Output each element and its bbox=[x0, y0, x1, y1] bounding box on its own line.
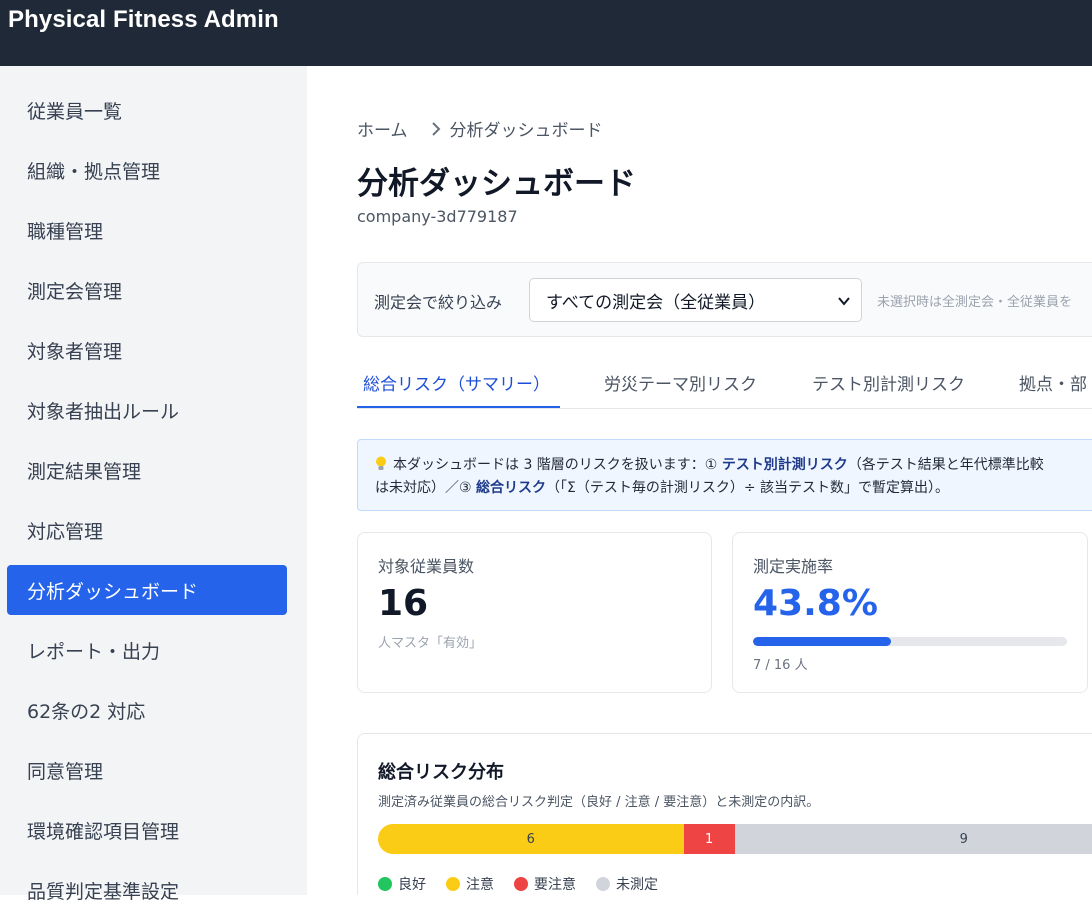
bar-segment-unmeasured: 9 bbox=[734, 824, 1092, 854]
legend-item-good: 良好 bbox=[378, 874, 426, 894]
legend-label: 未測定 bbox=[616, 877, 658, 893]
card-note: 7 / 16 人 bbox=[753, 658, 808, 673]
info-bold-2: 総合リスク bbox=[476, 480, 547, 496]
info-text-1a: 本ダッシュボードは 3 階層のリスクを扱います：① bbox=[393, 457, 722, 473]
sidebar-item[interactable]: 職種管理 bbox=[7, 205, 287, 255]
tab-bar: 総合リスク（サマリー） 労災テーマ別リスク テスト別計測リスク 拠点・部 bbox=[357, 362, 1092, 409]
sidebar-item[interactable]: 従業員一覧 bbox=[7, 85, 287, 135]
sidebar-item[interactable]: レポート・出力 bbox=[7, 625, 287, 675]
legend-swatch bbox=[446, 877, 460, 891]
breadcrumb: ホーム 分析ダッシュボード bbox=[357, 116, 603, 141]
tab[interactable]: 労災テーマ別リスク bbox=[598, 362, 763, 408]
section-description: 測定済み従業員の総合リスク判定（良好 / 注意 / 要注意）と未測定の内訳。 bbox=[378, 795, 820, 810]
main-content: ホーム 分析ダッシュボード 分析ダッシュボード company-3d779187… bbox=[307, 66, 1092, 895]
filter-label: 測定会で絞り込み bbox=[374, 293, 503, 312]
info-text-1b: （各テスト結果と年代標準比較 bbox=[847, 457, 1044, 473]
info-text-2a: は未対応）／③ bbox=[375, 480, 477, 496]
info-line-2: は未対応）／③ 総合リスク（「Σ（テスト毎の計測リスク）÷ 該当テスト数」で暫定… bbox=[375, 478, 1092, 499]
breadcrumb-current: 分析ダッシュボード bbox=[449, 121, 603, 141]
tab[interactable]: 拠点・部 bbox=[1013, 362, 1092, 408]
legend-label: 良好 bbox=[398, 877, 426, 893]
sidebar-item[interactable]: 測定結果管理 bbox=[7, 445, 287, 495]
legend: 良好 注意 要注意 未測定 bbox=[378, 874, 678, 894]
legend-swatch bbox=[596, 877, 610, 891]
progress-bar bbox=[753, 637, 1067, 646]
legend-label: 注意 bbox=[466, 877, 494, 893]
sidebar-item[interactable]: 対応管理 bbox=[7, 505, 287, 555]
chevron-down-icon bbox=[837, 293, 851, 313]
sidebar-item[interactable]: 組織・拠点管理 bbox=[7, 145, 287, 195]
app-title: Physical Fitness Admin bbox=[8, 6, 279, 33]
filter-panel: 測定会で絞り込み すべての測定会（全従業員） 未選択時は全測定会・全従業員を bbox=[357, 262, 1092, 337]
lightbulb-icon bbox=[375, 456, 387, 478]
bar-segment-caution: 6 bbox=[378, 824, 684, 854]
bar-segment-warning: 1 bbox=[683, 824, 735, 854]
legend-item-caution: 注意 bbox=[446, 874, 494, 894]
legend-label: 要注意 bbox=[534, 877, 576, 893]
sidebar-item[interactable]: 対象者管理 bbox=[7, 325, 287, 375]
company-id: company-3d779187 bbox=[357, 207, 518, 226]
card-value: 16 bbox=[378, 583, 429, 624]
section-title: 総合リスク分布 bbox=[378, 762, 504, 783]
session-filter-select[interactable]: すべての測定会（全従業員） bbox=[529, 278, 862, 322]
chevron-right-icon bbox=[430, 121, 442, 136]
page-title: 分析ダッシュボード bbox=[357, 166, 636, 202]
progress-fill bbox=[753, 637, 891, 646]
sidebar-item[interactable]: 分析ダッシュボード bbox=[7, 565, 287, 615]
sidebar-item[interactable]: 品質判定基準設定 bbox=[7, 865, 287, 915]
card-note: 人マスタ「有効」 bbox=[378, 636, 483, 651]
stacked-bar: 619 bbox=[378, 824, 1092, 854]
card-value: 43.8% bbox=[753, 583, 878, 624]
sidebar-item[interactable]: 環境確認項目管理 bbox=[7, 805, 287, 855]
filter-hint: 未選択時は全測定会・全従業員を bbox=[877, 295, 1073, 310]
info-line-1: 本ダッシュボードは 3 階層のリスクを扱います：① テスト別計測リスク（各テスト… bbox=[375, 455, 1092, 478]
measurement-rate-card: 測定実施率 43.8% 7 / 16 人 bbox=[732, 532, 1088, 693]
sidebar: 従業員一覧組織・拠点管理 職種管理測定会管理対象者管理対象者抽出ルール 測定結果管理… bbox=[0, 66, 307, 903]
info-banner: 本ダッシュボードは 3 階層のリスクを扱います：① テスト別計測リスク（各テスト… bbox=[357, 439, 1092, 511]
risk-distribution-card: 総合リスク分布 測定済み従業員の総合リスク判定（良好 / 注意 / 要注意）と未… bbox=[357, 733, 1092, 895]
legend-item-unmeasured: 未測定 bbox=[596, 874, 658, 894]
info-text-2b: （「Σ（テスト毎の計測リスク）÷ 該当テスト数」で暫定算出）。 bbox=[546, 480, 950, 496]
card-label: 測定実施率 bbox=[753, 557, 834, 576]
breadcrumb-home-link[interactable]: ホーム bbox=[357, 116, 408, 141]
sidebar-item[interactable]: 62条の2 対応 bbox=[7, 685, 287, 735]
top-bar: Physical Fitness Admin bbox=[0, 0, 1092, 66]
select-value: すべての測定会（全従業員） bbox=[546, 292, 766, 313]
tab[interactable]: テスト別計測リスク bbox=[806, 362, 971, 408]
info-bold-1: テスト別計測リスク bbox=[721, 457, 848, 473]
sidebar-item[interactable]: 同意管理 bbox=[7, 745, 287, 795]
tab[interactable]: 総合リスク（サマリー） bbox=[357, 362, 560, 408]
sidebar-item[interactable]: 対象者抽出ルール bbox=[7, 385, 287, 435]
card-label: 対象従業員数 bbox=[378, 557, 475, 576]
employee-count-card: 対象従業員数 16 人マスタ「有効」 bbox=[357, 532, 712, 693]
legend-item-warning: 要注意 bbox=[514, 874, 576, 894]
sidebar-item[interactable]: 測定会管理 bbox=[7, 265, 287, 315]
legend-swatch bbox=[378, 877, 392, 891]
legend-swatch bbox=[514, 877, 528, 891]
